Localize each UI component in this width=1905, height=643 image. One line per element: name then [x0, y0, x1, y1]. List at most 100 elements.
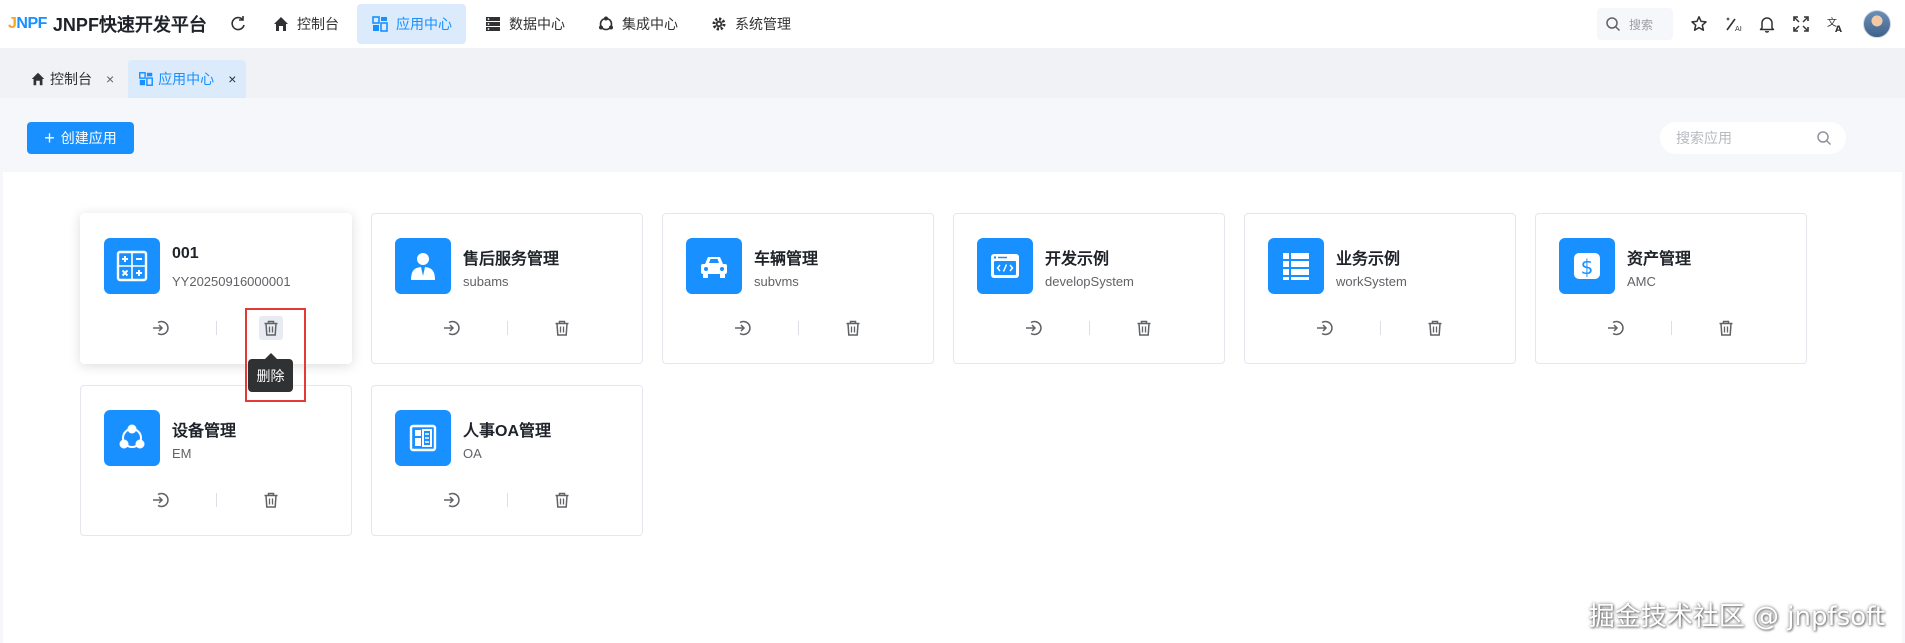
nav-item-console[interactable]: 控制台: [258, 4, 353, 44]
action-divider: [1089, 321, 1090, 335]
enter-app-button[interactable]: [441, 490, 461, 510]
app-card[interactable]: 业务示例 workSystem: [1244, 213, 1516, 364]
car-icon: [701, 257, 727, 278]
language-button[interactable]: 文A: [1825, 14, 1845, 34]
toolbar: + 创建应用: [0, 98, 1905, 170]
nav-label: 数据中心: [509, 16, 565, 32]
svg-text:A: A: [1835, 25, 1842, 33]
app-grid-icon: [372, 16, 388, 32]
app-list: 001 YY20250916000001 售后服务管理 subams 车辆管理 …: [3, 172, 1902, 643]
enter-app-button[interactable]: [1314, 318, 1334, 338]
app-card[interactable]: 售后服务管理 subams: [371, 213, 643, 364]
app-icon: [1268, 238, 1324, 294]
app-card[interactable]: 设备管理 EM: [80, 385, 352, 536]
integration-icon: [599, 16, 613, 31]
nav-item-app-center[interactable]: 应用中心: [357, 4, 466, 44]
notification-button[interactable]: [1757, 14, 1777, 34]
app-code: EM: [172, 446, 192, 461]
plus-icon: +: [44, 128, 55, 148]
create-app-label: 创建应用: [60, 130, 117, 146]
enter-icon: [1026, 320, 1042, 336]
code-window-icon: [991, 254, 1019, 278]
top-header: JNPF JNPF快速开发平台 控制台 应用中心 数据中心 集成中心 系统管理 …: [0, 0, 1905, 48]
app-grid-icon: [139, 72, 154, 86]
nodes-icon: [119, 424, 145, 449]
close-icon[interactable]: ×: [228, 71, 236, 87]
delete-app-button[interactable]: [1425, 318, 1445, 338]
create-app-button[interactable]: + 创建应用: [27, 122, 134, 154]
enter-icon: [1608, 320, 1624, 336]
action-divider: [1671, 321, 1672, 335]
action-divider: [798, 321, 799, 335]
delete-app-button[interactable]: [261, 490, 281, 510]
nav-item-data-center[interactable]: 数据中心: [470, 4, 579, 44]
refresh-icon[interactable]: [228, 14, 248, 34]
app-card[interactable]: $ 资产管理 AMC: [1535, 213, 1807, 364]
app-card[interactable]: 开发示例 developSystem: [953, 213, 1225, 364]
database-icon: [486, 17, 500, 31]
trash-icon: [846, 320, 860, 336]
ai-assistant-button[interactable]: AI: [1723, 14, 1743, 34]
magic-wand-icon: AI: [1726, 17, 1742, 33]
logo[interactable]: JNPF JNPF快速开发平台: [0, 0, 212, 48]
person-icon: [411, 253, 435, 280]
delete-app-button[interactable]: [552, 490, 572, 510]
trash-icon: [1137, 320, 1151, 336]
app-title: 001: [172, 245, 199, 262]
app-search: [1660, 122, 1846, 154]
header-tools: 搜索 AI 文A: [1597, 0, 1905, 48]
app-icon: $: [1559, 238, 1615, 294]
bell-icon: [1759, 17, 1775, 33]
tab-label: 控制台: [50, 71, 92, 87]
global-search[interactable]: 搜索: [1597, 8, 1673, 40]
enter-app-button[interactable]: [150, 318, 170, 338]
action-divider: [507, 493, 508, 507]
app-code: workSystem: [1336, 274, 1407, 289]
fullscreen-button[interactable]: [1791, 14, 1811, 34]
delete-app-button[interactable]: [1134, 318, 1154, 338]
enter-app-button[interactable]: [150, 490, 170, 510]
highlight-box: [245, 308, 306, 402]
svg-text:AI: AI: [1735, 25, 1742, 33]
app-search-input[interactable]: [1676, 130, 1816, 146]
enter-icon: [153, 320, 169, 336]
app-title: 设备管理: [172, 423, 237, 440]
enter-app-button[interactable]: [441, 318, 461, 338]
user-avatar[interactable]: [1863, 10, 1891, 38]
app-title: 车辆管理: [754, 251, 819, 268]
app-code: AMC: [1627, 274, 1656, 289]
nav-label: 集成中心: [622, 16, 678, 32]
trash-icon: [264, 492, 278, 508]
delete-app-button[interactable]: [552, 318, 572, 338]
favorite-button[interactable]: [1689, 14, 1709, 34]
app-icon: [395, 238, 451, 294]
nav-label: 应用中心: [396, 16, 452, 32]
tab-console[interactable]: 控制台 ×: [20, 60, 125, 98]
page-tabs: 控制台 × 应用中心 ×: [0, 48, 1905, 98]
app-card[interactable]: 人事OA管理 OA: [371, 385, 643, 536]
app-icon: [395, 410, 451, 466]
enter-app-button[interactable]: [1605, 318, 1625, 338]
enter-icon: [153, 492, 169, 508]
action-divider: [1380, 321, 1381, 335]
enter-app-button[interactable]: [1023, 318, 1043, 338]
nav-item-integration-center[interactable]: 集成中心: [583, 4, 692, 44]
enter-icon: [735, 320, 751, 336]
home-icon: [31, 72, 45, 86]
star-icon: [1691, 16, 1707, 31]
nav-item-system-management[interactable]: 系统管理: [696, 4, 805, 44]
enter-app-button[interactable]: [732, 318, 752, 338]
tab-app-center[interactable]: 应用中心 ×: [128, 60, 247, 98]
search-icon[interactable]: [1816, 130, 1832, 146]
app-card[interactable]: 001 YY20250916000001: [80, 213, 352, 364]
app-code: YY20250916000001: [172, 274, 291, 289]
delete-app-button[interactable]: [843, 318, 863, 338]
translate-icon: 文A: [1827, 16, 1842, 33]
gear-icon: [712, 17, 726, 31]
close-icon[interactable]: ×: [106, 71, 114, 87]
list-icon: [1283, 253, 1309, 280]
delete-app-button[interactable]: [1716, 318, 1736, 338]
app-icon: [104, 410, 160, 466]
app-card[interactable]: 车辆管理 subvms: [662, 213, 934, 364]
app-title: 人事OA管理: [463, 423, 552, 440]
